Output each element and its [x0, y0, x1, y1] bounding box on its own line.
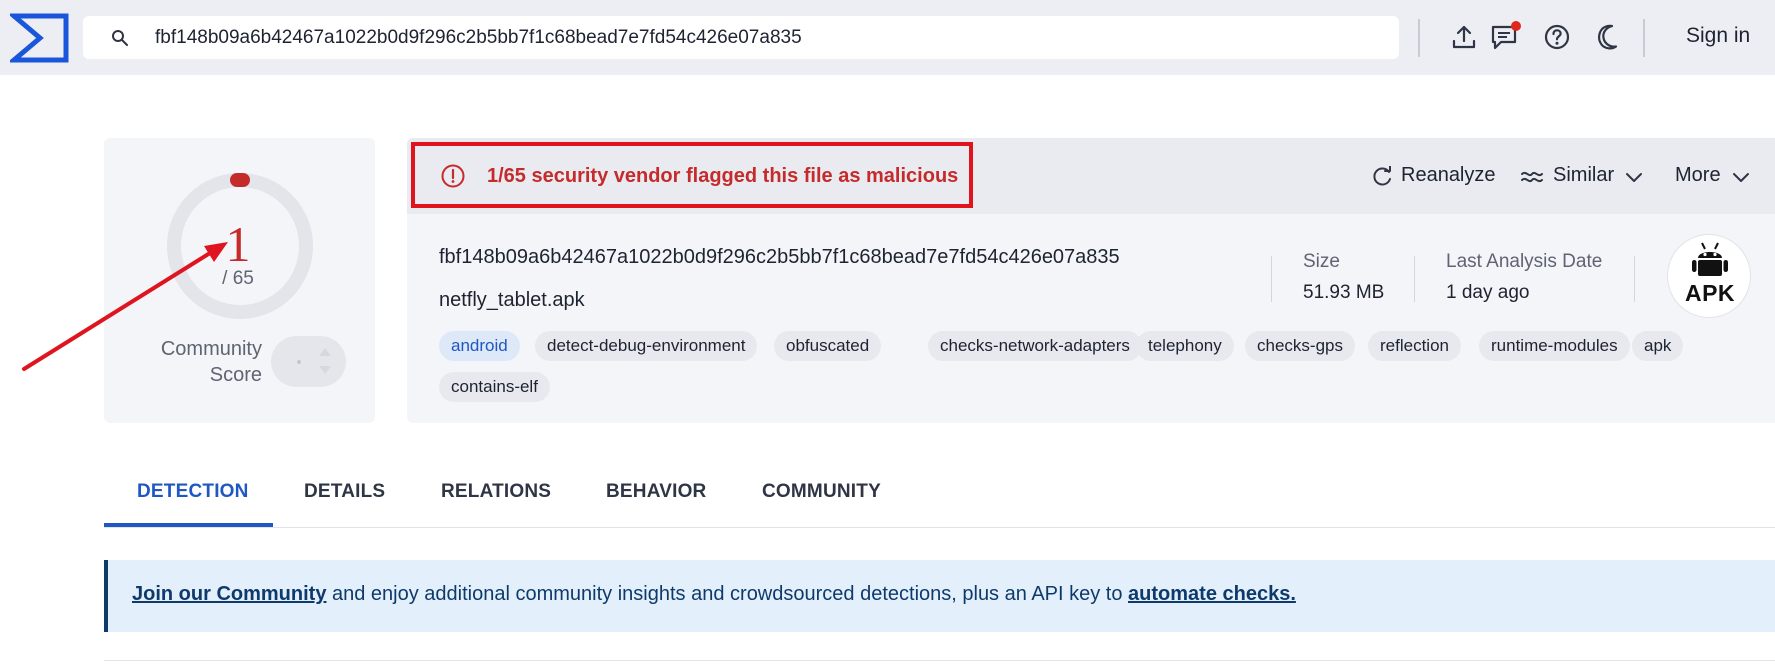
file-type-label: APK	[1684, 280, 1736, 306]
meta-divider	[1634, 256, 1635, 302]
help-icon[interactable]	[1543, 23, 1571, 51]
tab-relations[interactable]: RELATIONS	[441, 481, 551, 503]
community-vote-control[interactable]	[271, 336, 346, 387]
file-hash: fbf148b09a6b42467a1022b0d9f296c2b5bb7f1c…	[439, 246, 1120, 268]
tag[interactable]: runtime-modules	[1479, 331, 1630, 361]
more-button[interactable]: More	[1675, 164, 1721, 187]
file-name: netfly_tablet.apk	[439, 289, 585, 311]
search-bar[interactable]	[83, 16, 1399, 59]
tag[interactable]: telephony	[1136, 331, 1234, 361]
top-bar: Sign in	[0, 0, 1775, 75]
similar-icon[interactable]	[1521, 166, 1543, 188]
android-icon	[1692, 242, 1728, 276]
size-value: 51.93 MB	[1303, 282, 1385, 303]
search-input[interactable]	[155, 16, 1385, 59]
search-icon	[112, 30, 128, 46]
meta-divider	[1271, 256, 1272, 302]
join-community-link[interactable]: Join our Community	[132, 583, 326, 605]
tag[interactable]: detect-debug-environment	[535, 331, 758, 361]
community-banner: Join our Community and enjoy additional …	[104, 560, 1775, 632]
detection-count: 1	[225, 216, 251, 272]
chevron-down-icon[interactable]	[1730, 166, 1752, 188]
tag[interactable]: checks-gps	[1245, 331, 1355, 361]
toolbar-divider	[1418, 19, 1420, 57]
analysis-tabs: DETECTION DETAILS RELATIONS BEHAVIOR COM…	[104, 468, 1775, 528]
detection-score-card: 1 / 65 Community Score	[104, 138, 375, 423]
notification-badge	[1511, 21, 1521, 31]
size-label: Size	[1303, 251, 1340, 272]
tab-detection[interactable]: DETECTION	[137, 481, 249, 503]
tab-behavior[interactable]: BEHAVIOR	[606, 481, 706, 503]
reanalyze-button[interactable]: Reanalyze	[1401, 164, 1496, 187]
tag[interactable]: apk	[1632, 331, 1684, 361]
automate-checks-link[interactable]: automate checks.	[1128, 583, 1296, 605]
tag[interactable]: android	[439, 331, 520, 361]
divider	[104, 660, 1775, 661]
last-analysis-value: 1 day ago	[1446, 282, 1530, 303]
file-type-badge: APK	[1667, 234, 1751, 318]
file-card-header: 1/65 security vendor flagged this file a…	[407, 138, 1775, 214]
active-tab-indicator	[104, 523, 273, 527]
malicious-alert: 1/65 security vendor flagged this file a…	[411, 142, 973, 208]
banner-text: Join our Community and enjoy additional …	[132, 583, 1296, 605]
tag[interactable]: contains-elf	[439, 372, 550, 402]
tab-details[interactable]: DETAILS	[304, 481, 385, 503]
tag[interactable]: reflection	[1368, 331, 1461, 361]
toolbar-divider	[1643, 19, 1645, 57]
virustotal-logo[interactable]	[10, 12, 70, 64]
similar-button[interactable]: Similar	[1553, 164, 1614, 187]
tag[interactable]: checks-network-adapters	[928, 331, 1142, 361]
sign-in-link[interactable]: Sign in	[1686, 24, 1750, 48]
chevron-down-icon[interactable]	[1623, 166, 1645, 188]
community-score-label: Community Score	[160, 338, 262, 386]
meta-divider	[1414, 256, 1415, 302]
file-summary-card: 1/65 security vendor flagged this file a…	[407, 138, 1775, 423]
detection-total: / 65	[222, 268, 254, 289]
upload-icon[interactable]	[1450, 23, 1478, 51]
tag[interactable]: obfuscated	[774, 331, 882, 361]
alert-text: 1/65 security vendor flagged this file a…	[487, 165, 959, 187]
dark-mode-icon[interactable]	[1595, 23, 1623, 51]
alert-icon	[441, 164, 465, 188]
last-analysis-label: Last Analysis Date	[1446, 251, 1603, 272]
reanalyze-icon[interactable]	[1371, 166, 1393, 188]
tab-community[interactable]: COMMUNITY	[762, 481, 881, 503]
